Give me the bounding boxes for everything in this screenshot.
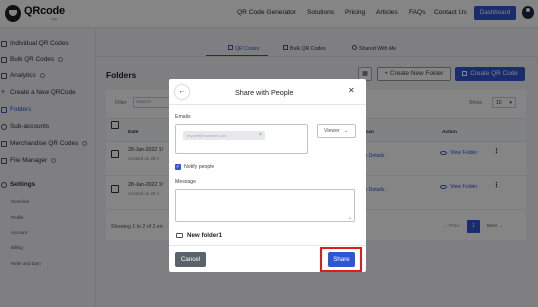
emails-input[interactable]: myself@example.com × <box>175 124 308 154</box>
cancel-button[interactable]: Cancel <box>175 252 206 267</box>
emails-label: Emails <box>175 114 191 120</box>
back-arrow-icon[interactable]: ← <box>175 85 189 99</box>
notify-people-checkbox[interactable]: ✓ <box>175 164 181 170</box>
message-label: Message <box>175 179 197 185</box>
remove-chip-icon[interactable]: × <box>259 131 262 140</box>
role-select[interactable]: Viewer ⌄ <box>317 124 356 138</box>
share-button-highlight <box>320 247 362 272</box>
dialog-title: Share with People <box>235 88 294 97</box>
resize-handle-icon[interactable]: ∟ <box>348 215 353 221</box>
role-value: Viewer <box>324 128 340 134</box>
dialog-header: ← Share with People ✕ <box>169 79 366 105</box>
email-chip: myself@example.com <box>183 131 265 140</box>
dialog-footer-divider <box>169 245 366 246</box>
folder-icon <box>176 233 183 238</box>
folder-name: New folder1 <box>187 232 223 239</box>
share-with-people-dialog: ← Share with People ✕ Emails myself@exam… <box>169 79 366 272</box>
close-icon[interactable]: ✕ <box>348 86 355 95</box>
message-textarea[interactable]: ∟ <box>175 189 355 222</box>
chevron-down-icon: ⌄ <box>343 128 349 134</box>
notify-people-label: Notify people <box>184 164 215 170</box>
